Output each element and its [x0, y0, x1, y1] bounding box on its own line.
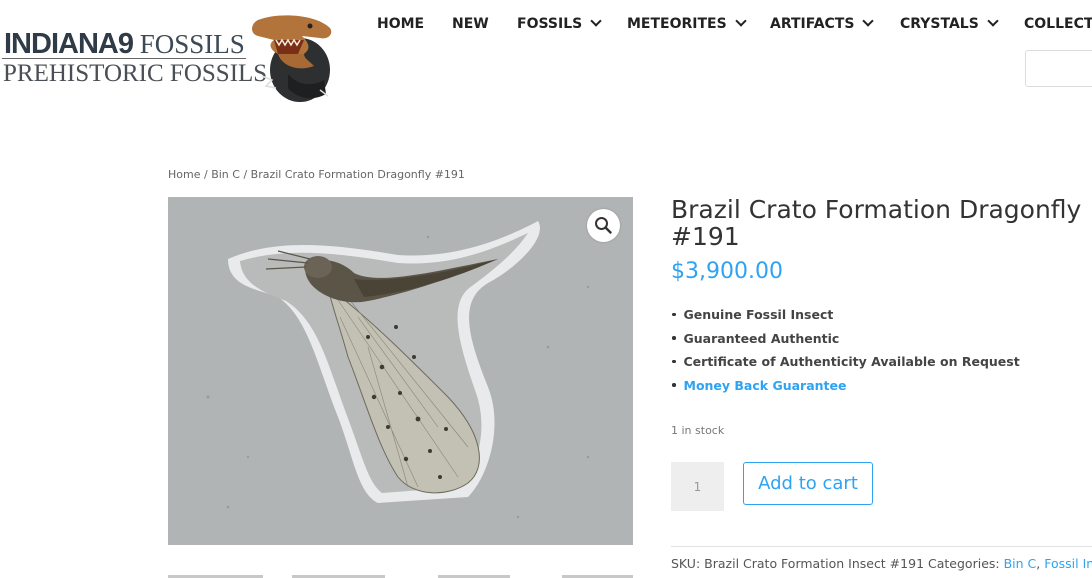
product-meta: SKU: Brazil Crato Formation Insect #191 …	[671, 556, 1092, 571]
nav-collections-label: COLLECTI	[1024, 16, 1092, 32]
product-title: Brazil Crato Formation Dragonfly #191	[671, 195, 1082, 251]
bullet-icon	[672, 336, 676, 340]
nav-fossils[interactable]: FOSSILS	[517, 15, 602, 32]
nav-home[interactable]: HOME	[377, 16, 424, 32]
feature-text: Guaranteed Authentic	[683, 330, 840, 346]
breadcrumb-category[interactable]: Bin C	[211, 168, 240, 181]
nav-crystals-label: CRYSTALS	[900, 16, 979, 32]
nav-artifacts[interactable]: ARTIFACTS	[770, 15, 875, 32]
category-link-bin-c[interactable]: Bin C	[1004, 556, 1037, 571]
feature-list: Genuine Fossil Insect Guaranteed Authent…	[672, 306, 1020, 400]
breadcrumb-separator: /	[200, 168, 212, 181]
nav-new-label: NEW	[452, 16, 489, 32]
site-logo[interactable]: INDIANA9 FOSSILS PREHISTORIC FOSSILS	[0, 14, 335, 104]
bullet-icon	[672, 312, 676, 317]
logo-divider	[2, 58, 246, 59]
category-link-fossil-insects[interactable]: Fossil Insects	[1044, 556, 1092, 571]
feature-item: Genuine Fossil Insect	[672, 306, 1020, 330]
breadcrumb-separator: /	[239, 168, 251, 181]
nav-collections[interactable]: COLLECTI	[1024, 16, 1092, 32]
nav-fossils-label: FOSSILS	[517, 16, 583, 32]
bullet-icon	[672, 359, 676, 364]
money-back-guarantee-link[interactable]: Money Back Guarantee	[684, 378, 847, 393]
feature-text: Genuine Fossil Insect	[683, 307, 834, 322]
add-to-cart-button[interactable]: Add to cart	[743, 462, 873, 505]
feature-item: Certificate of Authenticity Available on…	[672, 353, 1020, 377]
breadcrumb-current: Brazil Crato Formation Dragonfly #191	[250, 168, 465, 181]
product-image[interactable]	[168, 197, 633, 545]
feature-text: Certificate of Authenticity Available on…	[683, 354, 1020, 369]
breadcrumb-home[interactable]: Home	[168, 168, 200, 181]
chevron-down-icon	[987, 15, 999, 27]
chevron-down-icon	[862, 15, 875, 27]
logo-text-line2: PREHISTORIC FOSSILS	[3, 60, 268, 87]
chevron-down-icon	[590, 15, 602, 27]
t-rex-logo-icon	[252, 15, 332, 102]
sku-value: Brazil Crato Formation Insect #191	[704, 556, 925, 571]
nav-new[interactable]: NEW	[452, 16, 489, 32]
breadcrumb: Home / Bin C / Brazil Crato Formation Dr…	[168, 168, 465, 181]
bullet-icon	[672, 383, 676, 387]
sku-label: SKU:	[671, 556, 701, 571]
product-price: $3,900.00	[671, 259, 783, 284]
feature-item: Guaranteed Authentic	[672, 330, 1020, 354]
zoom-button[interactable]	[587, 209, 620, 242]
chevron-down-icon	[735, 15, 747, 27]
divider	[671, 546, 1092, 547]
nav-meteorites[interactable]: METEORITES	[627, 15, 747, 32]
stock-status: 1 in stock	[671, 424, 725, 437]
logo-text-line1: INDIANA9 FOSSILS	[4, 28, 245, 60]
feature-item: Money Back Guarantee	[672, 377, 1020, 401]
nav-crystals[interactable]: CRYSTALS	[900, 15, 999, 32]
fossil-photo	[168, 197, 633, 545]
categories-label: Categories:	[928, 556, 1000, 571]
nav-artifacts-label: ARTIFACTS	[770, 16, 855, 32]
magnifier-icon	[595, 217, 612, 234]
quantity-input[interactable]	[671, 462, 724, 511]
nav-home-label: HOME	[377, 16, 425, 32]
nav-meteorites-label: METEORITES	[627, 16, 727, 32]
search-input[interactable]	[1025, 50, 1092, 87]
